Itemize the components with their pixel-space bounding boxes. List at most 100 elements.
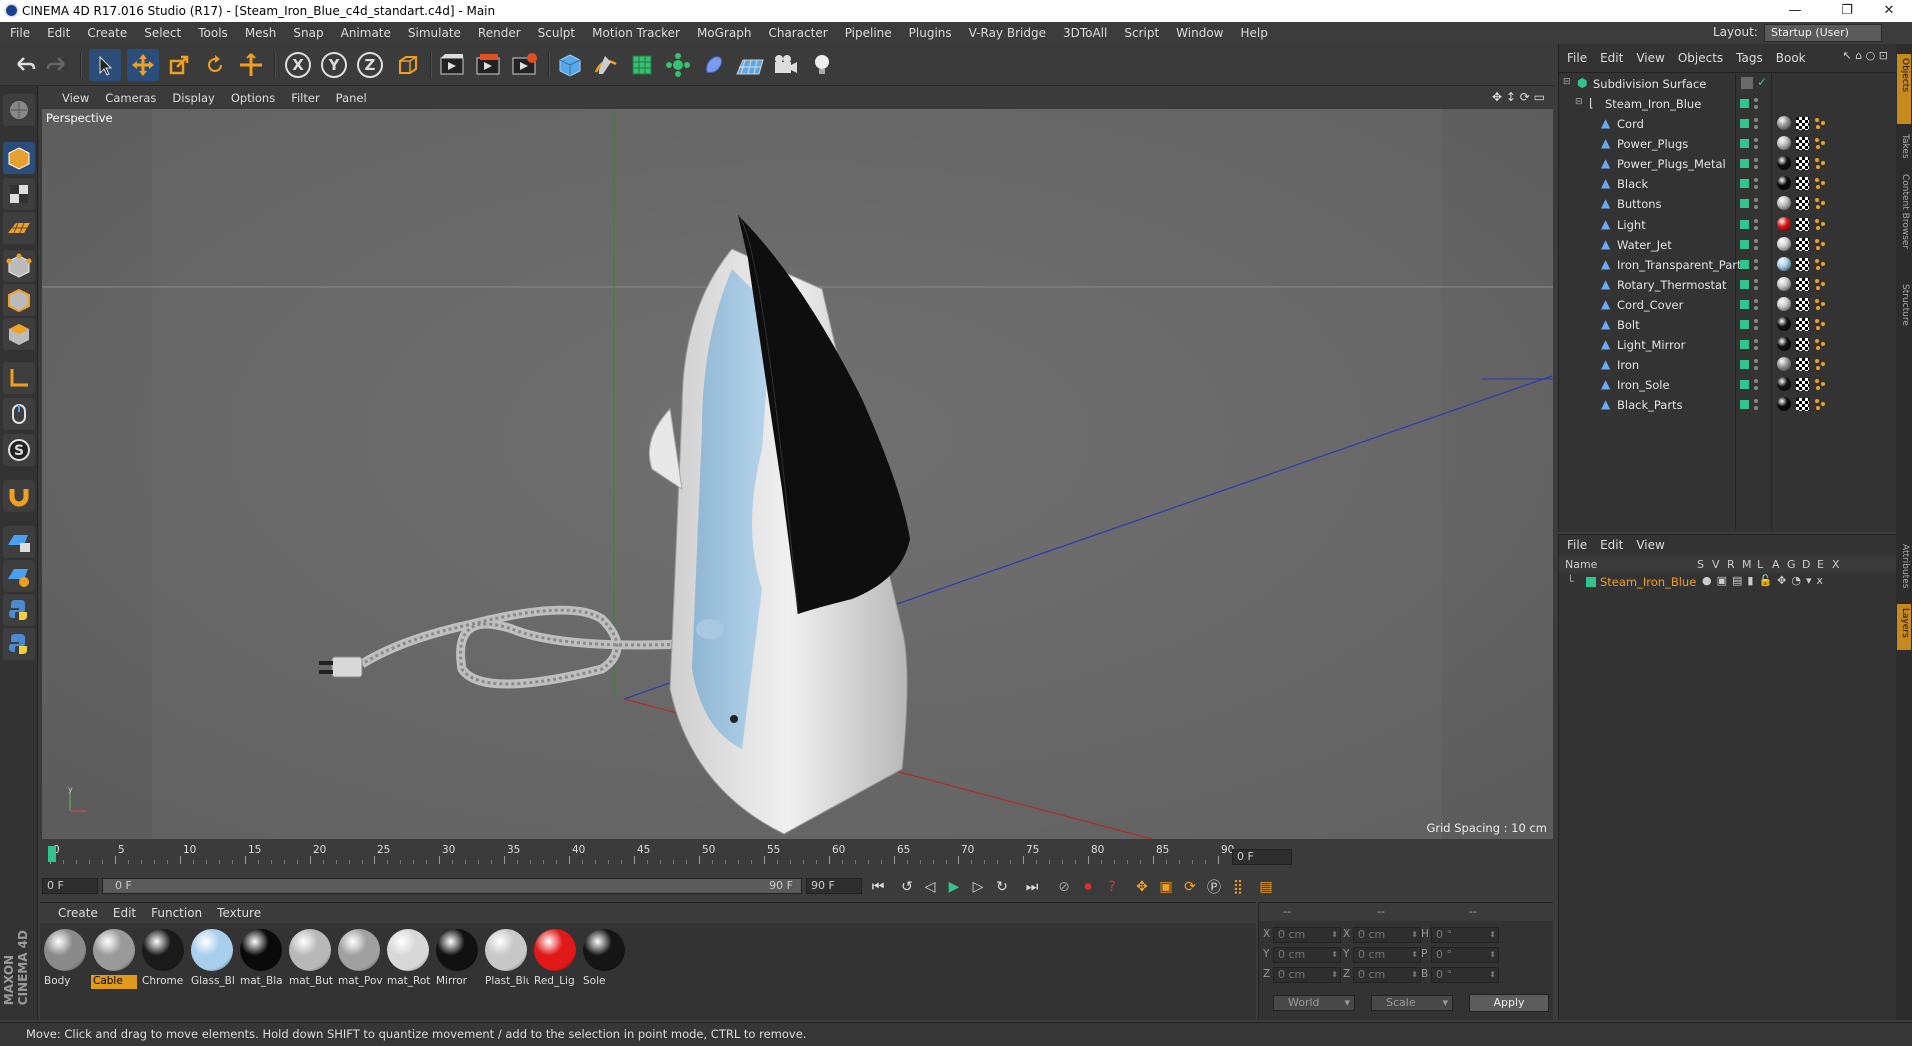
minimize-button[interactable]: — <box>1772 0 1818 22</box>
viewport-menu-cameras[interactable]: Cameras <box>97 91 164 105</box>
deformer-icon[interactable] <box>698 49 730 81</box>
frame-range-slider[interactable]: 0 F 90 F <box>102 878 802 894</box>
material-swatch[interactable]: Body <box>42 927 88 989</box>
workplane-mode-icon[interactable] <box>3 212 35 244</box>
coord-value-field[interactable]: 0 cm ⬍ <box>1273 947 1341 963</box>
move-icon[interactable] <box>127 49 159 81</box>
object-name[interactable]: Iron_Sole <box>1617 378 1670 392</box>
menu-edit[interactable]: Edit <box>37 26 77 40</box>
phong-tag-icon[interactable] <box>1814 318 1827 331</box>
object-row[interactable]: ▲ Cord <box>1559 114 1897 134</box>
texture-tag-icon[interactable] <box>1796 358 1809 372</box>
make-editable-icon[interactable] <box>3 94 35 126</box>
layer-column-header[interactable]: S <box>1697 558 1704 571</box>
material-menu-create[interactable]: Create <box>50 906 105 920</box>
coord-value-field[interactable]: 0 cm ⬍ <box>1353 967 1421 983</box>
object-name[interactable]: Power_Plugs_Metal <box>1617 157 1726 171</box>
menu-snap[interactable]: Snap <box>283 26 330 40</box>
tab-objects[interactable]: Objects <box>1898 58 1910 92</box>
editor-render-toggle-icon[interactable] <box>1753 157 1759 171</box>
object-name[interactable]: Light_Mirror <box>1617 338 1685 352</box>
object-name[interactable]: Subdivision Surface <box>1593 77 1706 91</box>
editor-render-toggle-icon[interactable] <box>1753 298 1759 312</box>
layer-column-header[interactable]: E <box>1817 558 1824 571</box>
material-tag-icon[interactable] <box>1777 337 1791 352</box>
editor-render-toggle-icon[interactable] <box>1753 258 1759 272</box>
workplane-lock-icon[interactable] <box>3 526 35 558</box>
phong-tag-icon[interactable] <box>1814 338 1827 351</box>
object-name[interactable]: Black <box>1617 177 1648 191</box>
texture-tag-icon[interactable] <box>1796 117 1809 130</box>
coord-value-field[interactable]: 0 cm ⬍ <box>1353 927 1421 943</box>
material-tag-icon[interactable] <box>1777 216 1791 231</box>
texture-tag-icon[interactable] <box>1796 157 1809 171</box>
phong-tag-icon[interactable] <box>1814 278 1827 291</box>
layer-color-swatch[interactable] <box>1586 577 1596 587</box>
object-row[interactable]: ▲ Rotary_Thermostat <box>1559 275 1897 295</box>
object-name[interactable]: Iron_Transparent_Part <box>1617 258 1741 272</box>
menu-motion-tracker[interactable]: Motion Tracker <box>582 26 687 40</box>
visibility-dot[interactable] <box>1740 299 1749 309</box>
coord-value-field[interactable]: 0 cm ⬍ <box>1273 927 1341 943</box>
key-rotation-icon[interactable]: ⟳ <box>1178 876 1202 898</box>
light-bulb-icon[interactable] <box>806 49 838 81</box>
object-row[interactable]: ▲ Buttons <box>1559 194 1897 214</box>
timeline-ruler[interactable]: 0 5 10 15 20 25 30 35 40 45 50 55 60 65 70 75 80 85 90 0 F <box>40 842 1553 872</box>
axis-y-button[interactable]: Y <box>318 49 350 81</box>
object-row[interactable]: ▲ Water_Jet <box>1559 235 1897 255</box>
object-row[interactable]: ▲ Iron_Transparent_Part <box>1559 255 1897 275</box>
layer-column-header[interactable]: X <box>1832 558 1840 571</box>
material-tag-icon[interactable] <box>1777 377 1791 392</box>
material-swatch[interactable]: mat_Bla <box>238 927 284 989</box>
points-mode-icon[interactable] <box>3 250 35 282</box>
material-swatch[interactable]: Cable <box>91 927 137 989</box>
object-name[interactable]: Buttons <box>1617 197 1662 211</box>
previous-frame-icon[interactable]: ◁ <box>918 876 942 898</box>
layout-select[interactable]: Startup (User) <box>1764 24 1882 42</box>
phong-tag-icon[interactable] <box>1814 157 1827 170</box>
object-row[interactable]: ▲ Iron_Sole <box>1559 375 1897 395</box>
phong-tag-icon[interactable] <box>1814 378 1827 391</box>
texture-tag-icon[interactable] <box>1796 297 1809 311</box>
layer-column-header[interactable]: G <box>1787 558 1796 571</box>
tweak-mode-icon[interactable] <box>3 398 35 430</box>
go-to-start-icon[interactable]: ⏮ <box>866 876 890 898</box>
previous-key-icon[interactable]: ↺ <box>895 876 919 898</box>
layer-menu-view[interactable]: View <box>1628 538 1669 552</box>
editor-render-toggle-icon[interactable] <box>1753 318 1759 332</box>
snap-icon[interactable]: S <box>3 434 35 466</box>
phong-tag-icon[interactable] <box>1814 177 1827 190</box>
viewport-menu-display[interactable]: Display <box>164 91 222 105</box>
axis-z-button[interactable]: Z <box>354 49 386 81</box>
end-frame-field[interactable]: 90 F <box>806 878 862 894</box>
object-row[interactable]: ▲ Black_Parts <box>1559 395 1897 415</box>
layer-column-header[interactable]: V <box>1712 558 1720 571</box>
texture-tag-icon[interactable] <box>1796 277 1809 291</box>
perspective-viewport[interactable]: Perspective Grid Spacing : 10 cm y <box>42 109 1553 839</box>
object-name[interactable]: Iron <box>1617 358 1639 372</box>
apply-button[interactable]: Apply <box>1469 994 1549 1012</box>
go-to-end-icon[interactable]: ⏭ <box>1020 876 1044 898</box>
layer-column-header[interactable]: L <box>1757 558 1763 571</box>
menu-sculpt[interactable]: Sculpt <box>528 26 582 40</box>
scale-icon[interactable] <box>163 49 195 81</box>
rotate-icon[interactable] <box>199 49 231 81</box>
object-row[interactable]: ▲ Bolt <box>1559 315 1897 335</box>
coordinate-space-select[interactable]: World ▾ <box>1273 995 1355 1011</box>
texture-tag-icon[interactable] <box>1796 197 1809 211</box>
editor-render-toggle-icon[interactable] <box>1753 197 1759 211</box>
texture-tag-icon[interactable] <box>1796 398 1809 412</box>
tab-takes[interactable]: Takes <box>1898 134 1910 159</box>
tab-layers[interactable]: Layers <box>1898 608 1910 638</box>
material-menu-function[interactable]: Function <box>143 906 209 920</box>
editor-render-toggle-icon[interactable] <box>1753 398 1759 412</box>
render-settings-icon[interactable] <box>508 49 540 81</box>
coordinate-mode-select[interactable]: Scale ▾ <box>1371 995 1453 1011</box>
texture-tag-icon[interactable] <box>1796 177 1809 191</box>
layer-flag-icons[interactable]: ●▣▤▮🔓✥◔▾ⅹ <box>1702 574 1828 587</box>
texture-tag-icon[interactable] <box>1796 257 1809 271</box>
key-scale-icon[interactable]: ▣ <box>1154 876 1178 898</box>
menu-select[interactable]: Select <box>134 26 188 40</box>
editor-render-toggle-icon[interactable] <box>1753 137 1759 151</box>
menu-tools[interactable]: Tools <box>188 26 235 40</box>
